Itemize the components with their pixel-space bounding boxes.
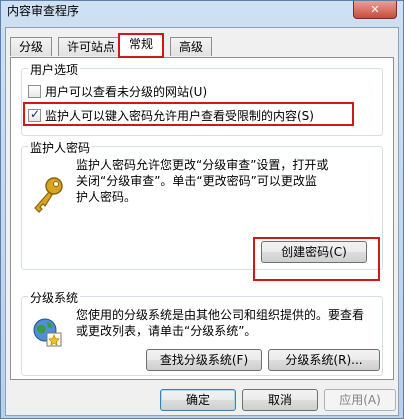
dialog-client-area: 分级 许可站点 常规 高级 用户选项 用户可以查看未分级的网站(U) 监护人可以… bbox=[5, 27, 399, 416]
rating-desc-line-2: 或更改列表，请单击“分级系统”。 bbox=[76, 324, 257, 338]
tab-ratings[interactable]: 分级 bbox=[10, 37, 53, 56]
tab-approved-sites[interactable]: 许可站点 bbox=[58, 37, 125, 56]
apply-button[interactable]: 应用(A) bbox=[324, 389, 396, 411]
tab-advanced[interactable]: 高级 bbox=[170, 37, 213, 56]
window-title: 内容审查程序 bbox=[7, 4, 80, 18]
allow-unrated-label: 用户可以查看未分级的网站(U) bbox=[45, 85, 208, 99]
globe-certificate-icon bbox=[32, 317, 64, 352]
supervisor-override-highlight bbox=[23, 102, 354, 126]
rating-systems-group: 分级系统 您使用的分级系统是由其他公司和组织提供的。要查看 或更改列表，请单击“… bbox=[21, 289, 383, 376]
supervisor-desc-line-3: 护人密码。 bbox=[76, 190, 137, 204]
tab-page-general: 用户选项 用户可以查看未分级的网站(U) 监护人可以键入密码允许用户查看受限制的… bbox=[10, 57, 394, 380]
title-bar[interactable]: 内容审查程序 ✕ bbox=[1, 1, 403, 27]
tab-strip: 分级 许可站点 常规 高级 bbox=[10, 33, 394, 58]
supervisor-desc-line-1: 监护人密码允许您更改“分级审查”设置，打开或 bbox=[76, 158, 329, 172]
supervisor-password-description: 监护人密码允许您更改“分级审查”设置，打开或 关闭“分级审查”。单击“更改密码”… bbox=[76, 157, 328, 205]
key-icon bbox=[30, 175, 66, 218]
tab-general[interactable]: 常规 bbox=[117, 33, 165, 58]
rating-systems-description: 您使用的分级系统是由其他公司和组织提供的。要查看 或更改列表，请单击“分级系统”… bbox=[76, 307, 364, 339]
rating-systems-button[interactable]: 分级系统(R)... bbox=[268, 349, 380, 371]
allow-unrated-checkbox[interactable] bbox=[28, 85, 41, 98]
dialog-window: 内容审查程序 ✕ 分级 许可站点 常规 高级 用户选项 用户可以查看未分级的网站… bbox=[0, 0, 404, 419]
create-password-highlight bbox=[253, 237, 380, 281]
close-button[interactable]: ✕ bbox=[353, 1, 397, 19]
supervisor-desc-line-2: 关闭“分级审查”。单击“更改密码”可以更改监 bbox=[76, 174, 317, 188]
supervisor-password-title: 监护人密码 bbox=[28, 139, 93, 156]
rating-systems-title: 分级系统 bbox=[28, 289, 81, 306]
rating-desc-line-1: 您使用的分级系统是由其他公司和组织提供的。要查看 bbox=[76, 308, 365, 322]
cancel-button[interactable]: 取消 bbox=[242, 389, 318, 411]
find-rating-systems-button[interactable]: 查找分级系统(F) bbox=[146, 349, 262, 371]
user-options-title: 用户选项 bbox=[28, 61, 81, 78]
allow-unrated-option[interactable]: 用户可以查看未分级的网站(U) bbox=[28, 83, 207, 100]
ok-button[interactable]: 确定 bbox=[160, 389, 236, 411]
